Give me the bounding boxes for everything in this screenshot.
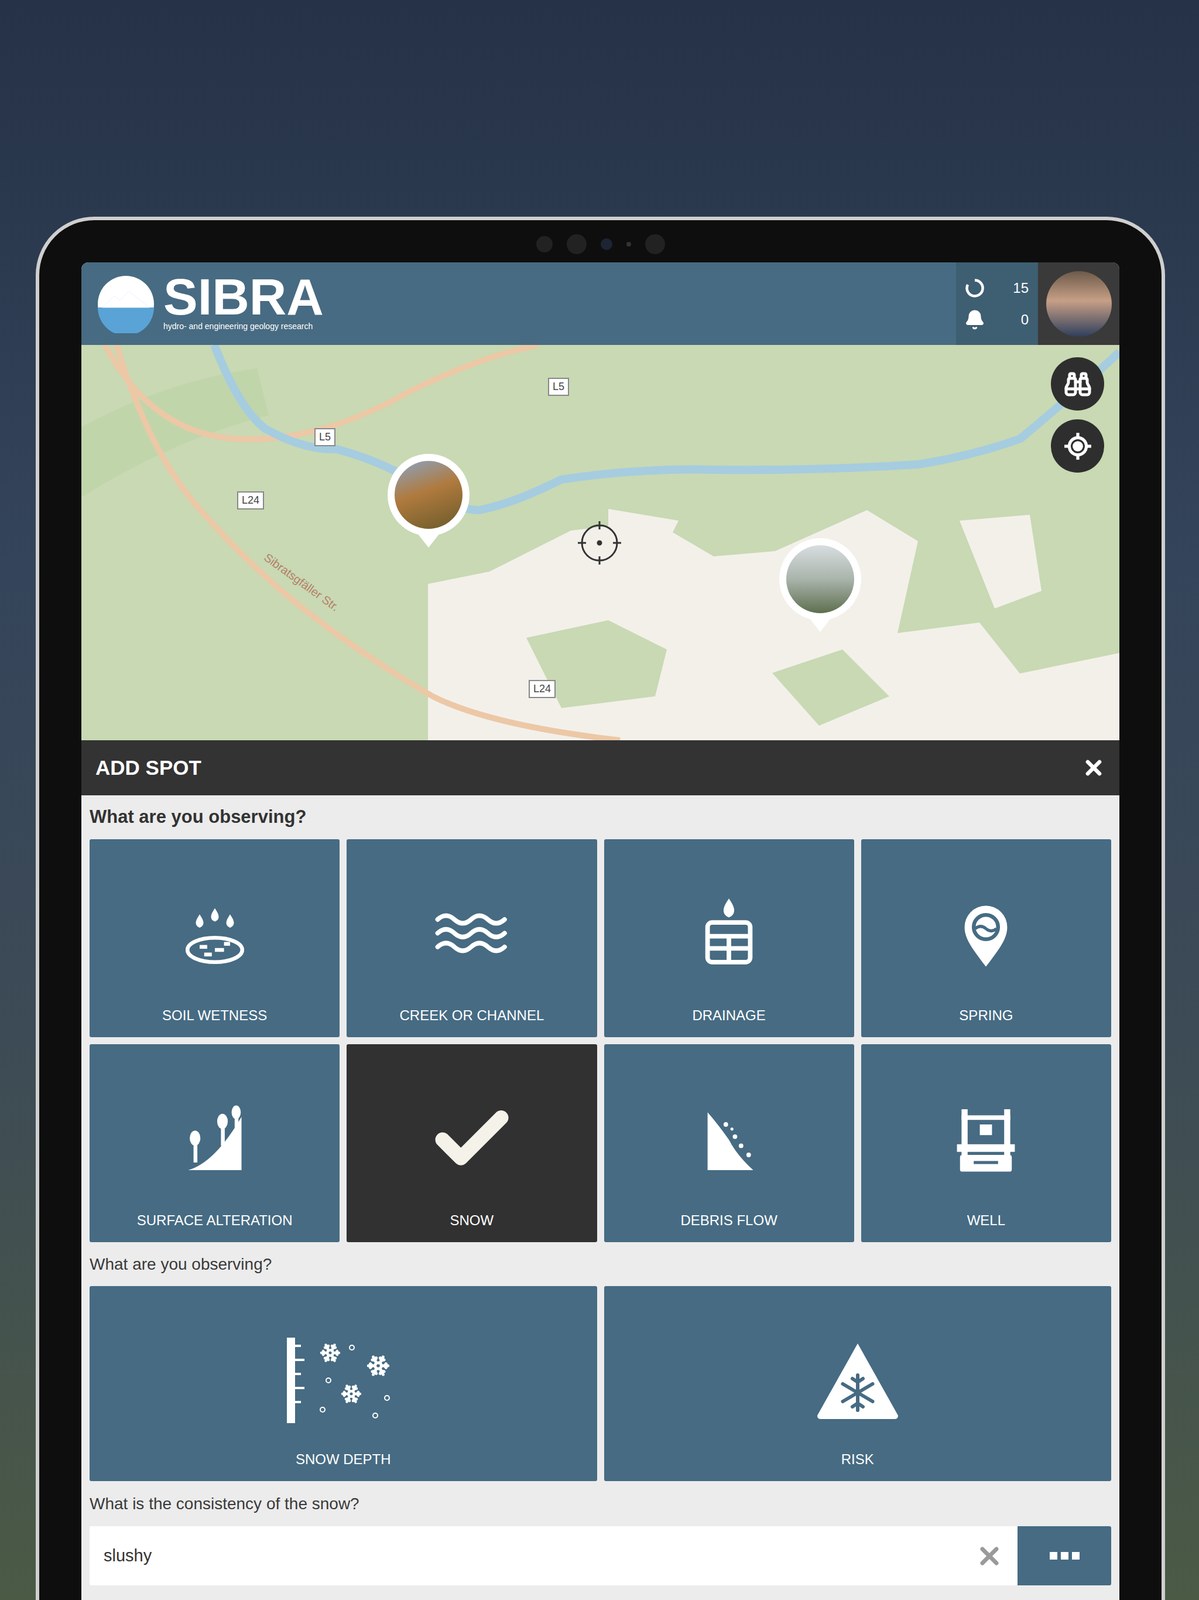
road-label: L5 [314, 427, 336, 447]
map-pin[interactable] [779, 538, 862, 632]
add-spot-bar: ADD SPOT [81, 740, 1120, 796]
pin-photo [786, 545, 855, 613]
category-tile[interactable]: SPRING [861, 838, 1112, 1037]
snow-risk-icon [813, 1338, 902, 1421]
sync-count: 15 [1012, 277, 1029, 299]
bell-icon[interactable] [964, 309, 986, 331]
tile-label: SOIL WETNESS [162, 1006, 267, 1024]
tagline: hydro- and engineering geology research [163, 321, 324, 332]
profile[interactable] [1038, 262, 1120, 345]
category-tile[interactable]: SNOW [346, 1043, 597, 1242]
logo-icon [96, 274, 156, 334]
spring-icon [947, 896, 1024, 973]
notification-count: 0 [1021, 309, 1029, 331]
map-pin[interactable] [387, 453, 470, 548]
map[interactable]: L5L5L24L24Sibratsgfäller Str. [81, 344, 1120, 741]
consistency-input[interactable]: slushy [89, 1525, 962, 1585]
soil-wetness-icon [176, 896, 253, 973]
tile-label: WELL [967, 1211, 1006, 1229]
snow-depth-icon [284, 1335, 402, 1424]
road-label: L24 [237, 491, 265, 510]
road-label: L24 [528, 679, 556, 698]
avatar[interactable] [1046, 271, 1112, 337]
tile-label: SNOW DEPTH [295, 1450, 392, 1468]
subquestion: What are you observing? [89, 1241, 1112, 1286]
add-spot-title: ADD SPOT [95, 752, 202, 784]
close-icon[interactable] [1081, 755, 1106, 780]
explore-button[interactable] [1050, 357, 1105, 411]
locate-icon [1063, 431, 1093, 461]
category-grid: SOIL WETNESS CREEK OR CHANNEL DRAINAGE SPRI… [89, 838, 1112, 1242]
more-button[interactable] [1017, 1525, 1112, 1585]
brand: SIBRAhydro- and engineering geology rese… [81, 262, 957, 345]
locate-button[interactable] [1050, 419, 1105, 473]
category-tile[interactable]: CREEK OR CHANNEL [346, 838, 597, 1037]
question: What are you observing? [89, 795, 1112, 839]
status-counters: 150 [956, 262, 1039, 345]
sync-icon [964, 277, 986, 299]
screen: SIBRAhydro- and engineering geology rese… [81, 262, 1120, 1600]
waves-icon [433, 896, 510, 973]
road-label: L5 [547, 377, 570, 396]
consistency-field: slushy [89, 1525, 1112, 1585]
tile-label: DRAINAGE [692, 1006, 766, 1024]
tile-label: SNOW [450, 1211, 495, 1229]
consistency-label: What is the consistency of the snow? [89, 1480, 1112, 1526]
well-icon [947, 1101, 1024, 1178]
category-tile[interactable]: SNOW DEPTH [89, 1285, 598, 1481]
app-header: SIBRAhydro- and engineering geology rese… [81, 262, 1120, 345]
tile-label: DEBRIS FLOW [680, 1211, 777, 1229]
tile-label: CREEK OR CHANNEL [399, 1006, 545, 1024]
surface-alteration-icon [176, 1101, 253, 1178]
category-tile[interactable]: DEBRIS FLOW [604, 1043, 855, 1242]
crosshair-icon [577, 521, 622, 565]
map-controls [1050, 357, 1105, 473]
tile-label: SPRING [958, 1006, 1013, 1024]
tile-label: SURFACE ALTERATION [136, 1211, 293, 1229]
clear-icon[interactable] [975, 1541, 1004, 1570]
subcategory-grid: SNOW DEPTH RISK [89, 1285, 1112, 1481]
debris-flow-icon [690, 1101, 767, 1178]
tile-label: RISK [841, 1450, 875, 1468]
check-icon [427, 1095, 516, 1184]
tablet-frame: SIBRAhydro- and engineering geology rese… [35, 216, 1166, 1600]
category-tile[interactable]: SURFACE ALTERATION [89, 1043, 340, 1242]
category-tile[interactable]: DRAINAGE [604, 838, 855, 1037]
pin-photo [394, 460, 463, 529]
category-tile[interactable]: WELL [861, 1043, 1112, 1242]
category-tile[interactable]: RISK [604, 1285, 1112, 1481]
add-spot-panel: What are you observing? SOIL WETNESS CREEK… [81, 795, 1120, 1600]
logo-text: SIBRA [163, 275, 324, 320]
camera-bar [536, 234, 666, 255]
category-tile[interactable]: SOIL WETNESS [89, 838, 340, 1037]
binoculars-icon [1063, 370, 1092, 399]
drainage-icon [690, 896, 767, 973]
more-icon [1049, 1551, 1080, 1560]
page: SIBRAhydro- and engineering geology rese… [0, 0, 1199, 1600]
